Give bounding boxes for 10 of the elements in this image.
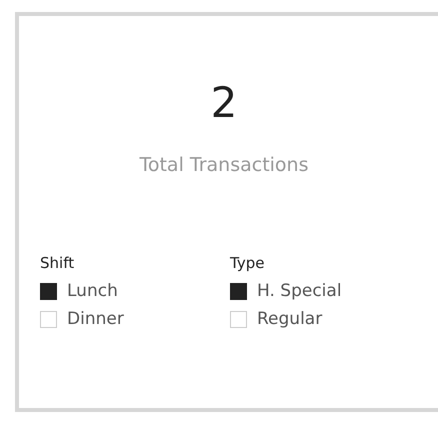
slicer-option[interactable]: H. Special <box>257 280 342 302</box>
kpi-label: Total Transactions <box>139 154 308 176</box>
slicer-option[interactable]: Dinner <box>67 308 124 330</box>
checkbox[interactable] <box>230 282 247 300</box>
checkbox[interactable] <box>40 282 57 300</box>
slicer-title: Type <box>230 254 266 272</box>
kpi-value: 2 <box>210 78 238 128</box>
slicer-title: Shift <box>40 254 76 272</box>
slicer-option[interactable]: Regular <box>257 308 322 330</box>
slicer-option[interactable]: Lunch <box>67 280 118 302</box>
